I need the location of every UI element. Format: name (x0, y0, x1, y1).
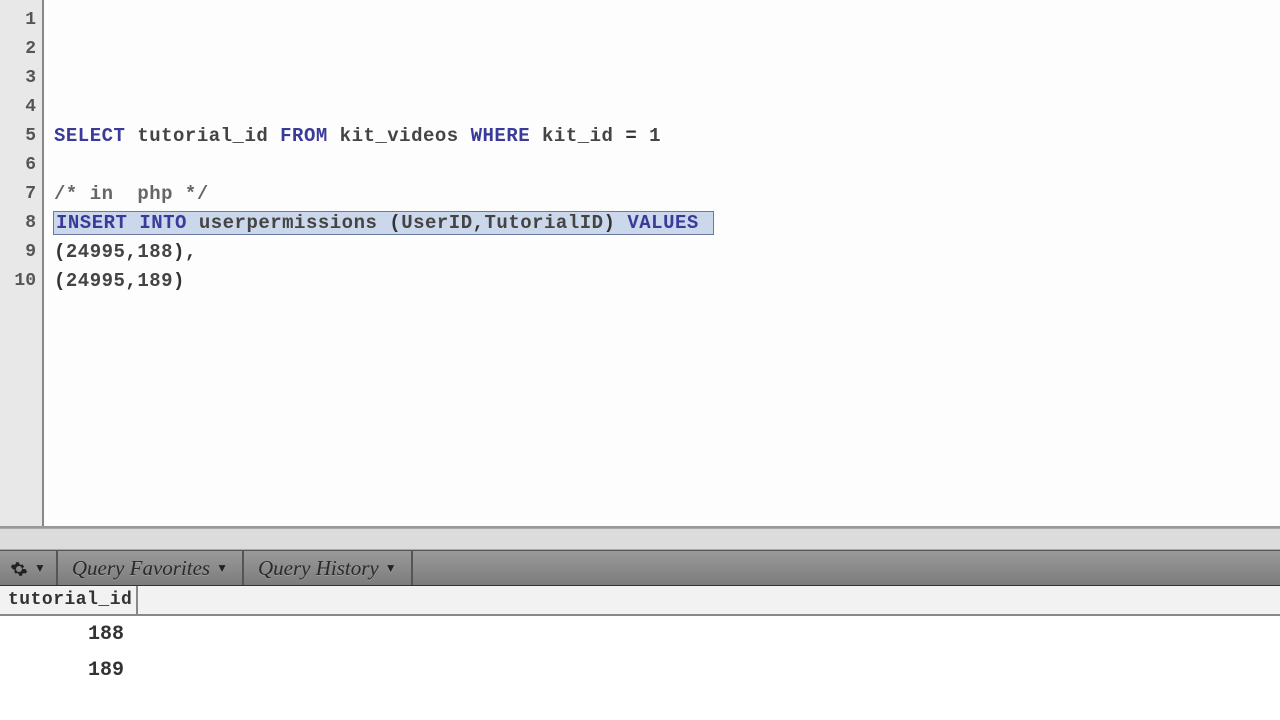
code-line[interactable] (54, 93, 1280, 122)
pane-divider[interactable] (0, 528, 1280, 550)
query-favorites-button[interactable]: Query Favorites ▼ (58, 551, 244, 585)
code-line[interactable]: (24995,189) (54, 267, 1280, 296)
results-header: tutorial_id (0, 586, 1280, 616)
line-number-gutter: 12345678910 (0, 0, 44, 526)
line-number: 9 (0, 238, 42, 267)
code-line[interactable]: (24995,188), (54, 238, 1280, 267)
results-toolbar: ▼ Query Favorites ▼ Query History ▼ (0, 550, 1280, 586)
table-row[interactable]: 189 (0, 652, 1280, 688)
query-history-button[interactable]: Query History ▼ (244, 551, 413, 585)
code-line[interactable] (54, 64, 1280, 93)
line-number: 4 (0, 93, 42, 122)
line-number: 3 (0, 64, 42, 93)
code-area[interactable]: SELECT tutorial_id FROM kit_videos WHERE… (44, 0, 1280, 526)
code-line[interactable]: /* in php */ (54, 180, 1280, 209)
code-line[interactable]: INSERT INTO userpermissions (UserID,Tuto… (54, 209, 1280, 238)
gear-icon (10, 559, 28, 577)
query-history-label: Query History (258, 556, 379, 581)
action-menu-button[interactable]: ▼ (0, 551, 58, 585)
line-number: 2 (0, 35, 42, 64)
results-body: 188189 (0, 616, 1280, 688)
line-number: 7 (0, 180, 42, 209)
chevron-down-icon: ▼ (34, 561, 46, 576)
query-favorites-label: Query Favorites (72, 556, 210, 581)
cell-value: 188 (0, 617, 138, 653)
line-number: 6 (0, 151, 42, 180)
code-line[interactable]: SELECT tutorial_id FROM kit_videos WHERE… (54, 122, 1280, 151)
code-line[interactable] (54, 6, 1280, 35)
table-row[interactable]: 188 (0, 616, 1280, 652)
results-pane: tutorial_id 188189 (0, 586, 1280, 720)
line-number: 8 (0, 209, 42, 238)
column-header[interactable]: tutorial_id (0, 586, 138, 614)
code-line[interactable] (54, 35, 1280, 64)
cell-value: 189 (0, 653, 138, 689)
line-number: 10 (0, 267, 42, 296)
chevron-down-icon: ▼ (385, 561, 397, 576)
chevron-down-icon: ▼ (216, 561, 228, 576)
line-number: 1 (0, 6, 42, 35)
code-line[interactable] (54, 151, 1280, 180)
sql-editor-pane: 12345678910 SELECT tutorial_id FROM kit_… (0, 0, 1280, 528)
line-number: 5 (0, 122, 42, 151)
